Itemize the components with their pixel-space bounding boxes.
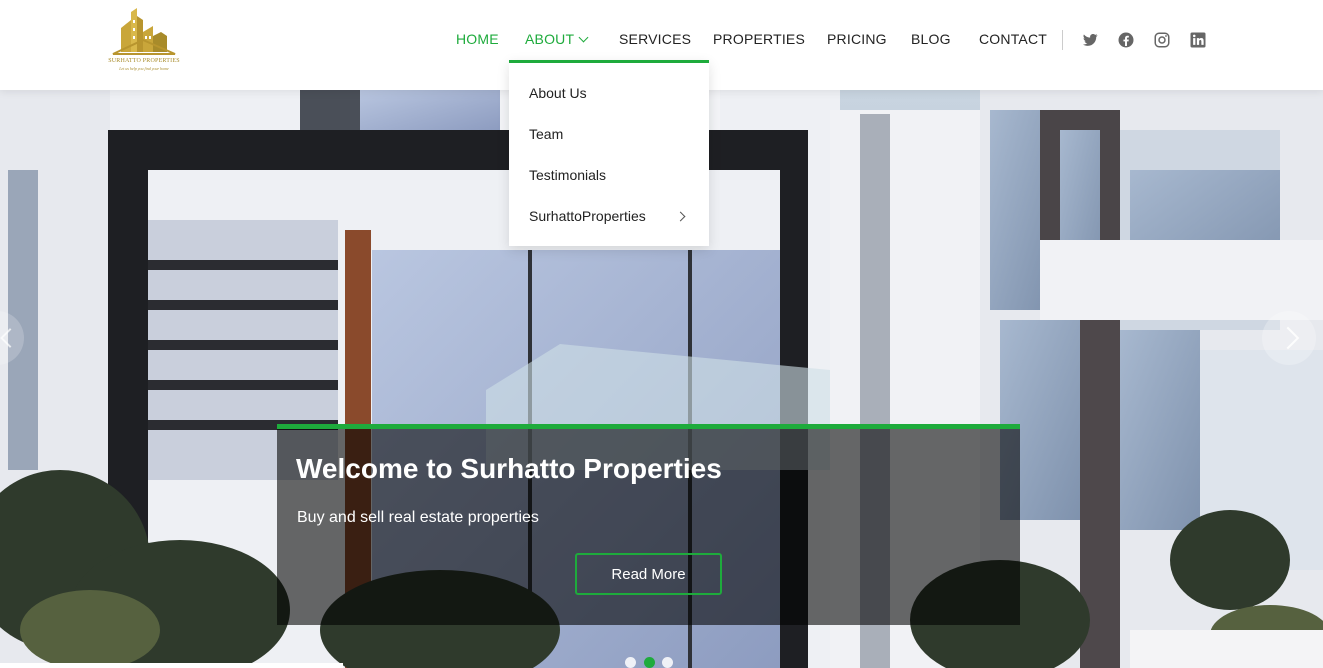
hero-title: Welcome to Surhatto Properties xyxy=(296,453,722,484)
carousel-next-icon[interactable] xyxy=(1262,311,1316,365)
dropdown-item-about-us-label: About Us xyxy=(529,85,587,101)
about-dropdown-menu: About Us Team Testimonials SurhattoPrope… xyxy=(509,60,709,246)
brand-tagline: Let us help you find your home xyxy=(119,66,169,71)
nav-services[interactable]: SERVICES xyxy=(619,31,691,47)
hero-subtitle: Buy and sell real estate properties xyxy=(297,509,539,526)
dropdown-item-team-label: Team xyxy=(529,126,564,142)
twitter-icon[interactable] xyxy=(1081,31,1099,49)
nav-home-label: HOME xyxy=(456,31,499,47)
dropdown-item-testimonials-label: Testimonials xyxy=(529,167,607,183)
instagram-icon[interactable] xyxy=(1153,31,1171,49)
linkedin-icon[interactable] xyxy=(1189,31,1207,49)
dropdown-item-about-us[interactable]: About Us xyxy=(529,85,587,101)
carousel-dot-3[interactable] xyxy=(662,657,673,668)
carousel-dot-2[interactable] xyxy=(644,657,655,668)
brand-logo[interactable]: SURHATTO PROPERTIES Let us help you find… xyxy=(103,6,185,76)
nav-about[interactable]: ABOUT xyxy=(525,31,589,47)
nav-divider xyxy=(1062,30,1063,50)
brand-name: SURHATTO PROPERTIES xyxy=(108,58,180,64)
nav-properties[interactable]: PROPERTIES xyxy=(713,31,805,47)
nav-contact-label: CONTACT xyxy=(979,31,1048,47)
bottom-strip xyxy=(0,663,343,668)
nav-properties-label: PROPERTIES xyxy=(713,31,805,47)
nav-home[interactable]: HOME xyxy=(456,31,499,47)
dropdown-item-testimonials[interactable]: Testimonials xyxy=(529,167,606,183)
nav-blog[interactable]: BLOG xyxy=(911,31,951,47)
nav-contact[interactable]: CONTACT xyxy=(979,31,1047,47)
logo-building-icon xyxy=(112,8,176,55)
nav-pricing-label: PRICING xyxy=(827,31,887,47)
chevron-down-icon xyxy=(578,32,589,43)
dropdown-item-team[interactable]: Team xyxy=(529,126,563,142)
hero-caption: Welcome to Surhatto Properties Buy and s… xyxy=(277,424,1020,625)
nav-blog-label: BLOG xyxy=(911,31,951,47)
nav-pricing[interactable]: PRICING xyxy=(827,31,887,47)
nav-services-label: SERVICES xyxy=(619,31,692,47)
read-more-button[interactable]: Read More xyxy=(575,553,722,595)
carousel-dot-1[interactable] xyxy=(625,657,636,668)
dropdown-item-surhatto-properties-label: SurhattoProperties xyxy=(529,208,646,224)
facebook-icon[interactable] xyxy=(1117,31,1135,49)
dropdown-item-surhatto-properties[interactable]: SurhattoProperties xyxy=(529,208,646,224)
chevron-right-icon xyxy=(675,211,686,222)
read-more-label: Read More xyxy=(611,565,686,583)
nav-about-label: ABOUT xyxy=(525,31,575,47)
